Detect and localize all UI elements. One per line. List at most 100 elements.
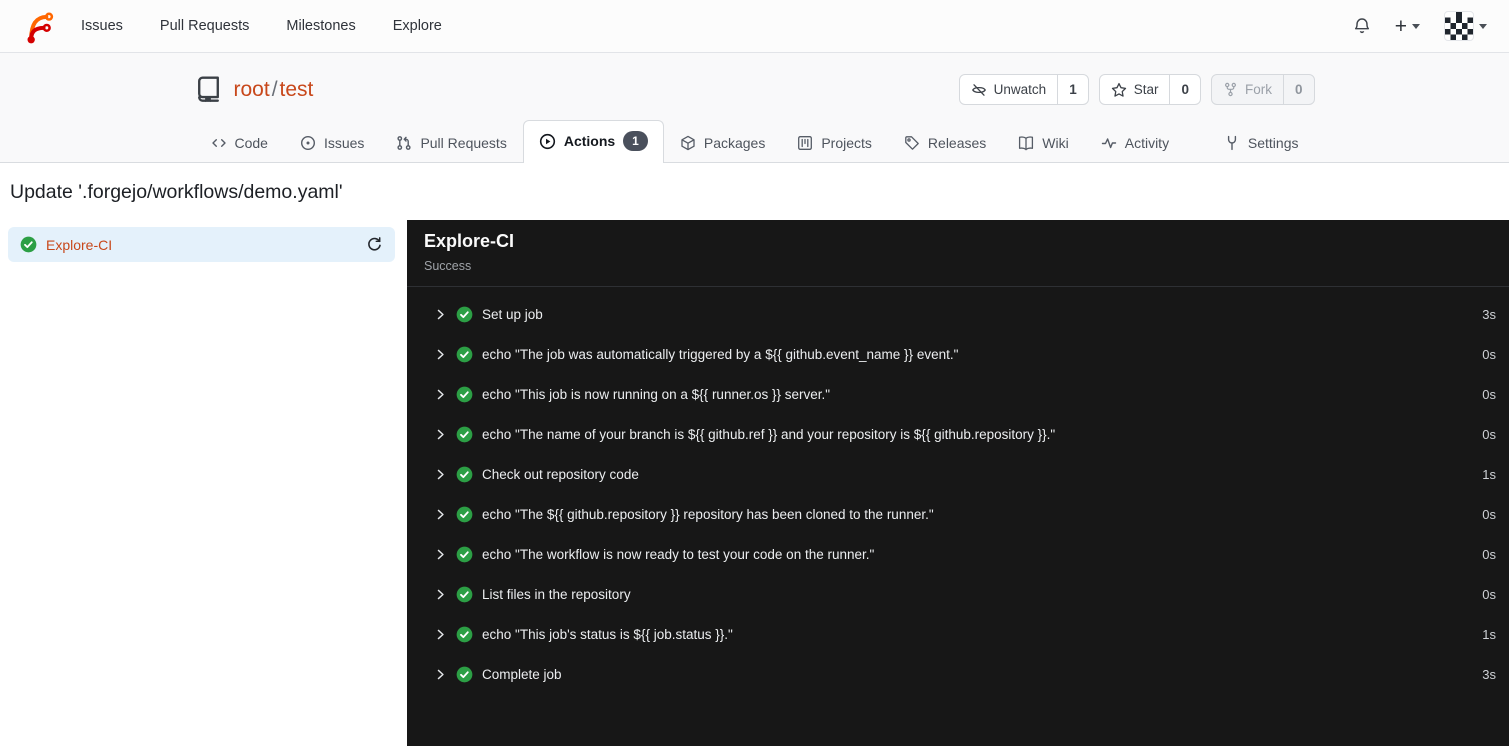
step-duration: 0s	[1482, 546, 1496, 562]
step-row[interactable]: echo "This job is now running on a ${{ r…	[407, 374, 1509, 414]
watch-count[interactable]: 1	[1057, 75, 1088, 104]
step-duration: 3s	[1482, 666, 1496, 682]
check-circle-icon	[456, 306, 473, 322]
step-row[interactable]: Complete job 3s	[407, 654, 1509, 694]
tab-settings[interactable]: Settings	[1208, 124, 1315, 162]
star-button[interactable]: Star 0	[1098, 74, 1201, 105]
breadcrumb: root / test	[234, 78, 314, 102]
tab-label: Wiki	[1042, 135, 1069, 151]
forgejo-logo-icon[interactable]	[22, 8, 55, 44]
step-row[interactable]: echo "The ${{ github.repository }} repos…	[407, 494, 1509, 534]
fork-icon	[1223, 82, 1238, 97]
check-circle-icon	[456, 546, 473, 562]
tag-icon	[905, 136, 919, 150]
create-new-menu[interactable]: +	[1395, 16, 1420, 37]
step-duration: 0s	[1482, 386, 1496, 402]
chevron-right-icon[interactable]	[434, 588, 447, 601]
tab-label: Actions	[563, 133, 616, 149]
fork-count: 0	[1282, 75, 1314, 104]
step-row[interactable]: Set up job 3s	[407, 294, 1509, 334]
step-row[interactable]: echo "The name of your branch is ${{ git…	[407, 414, 1509, 454]
tab-label: Pull Requests	[420, 135, 507, 151]
check-circle-icon	[456, 626, 473, 642]
step-name: echo "The ${{ github.repository }} repos…	[482, 506, 934, 522]
notifications-bell-icon[interactable]	[1353, 17, 1371, 35]
repo-name-link[interactable]: test	[280, 78, 314, 102]
step-name: Check out repository code	[482, 466, 639, 482]
chevron-right-icon[interactable]	[434, 348, 447, 361]
unwatch-label: Unwatch	[993, 82, 1047, 97]
refresh-icon[interactable]	[366, 236, 383, 253]
chevron-right-icon[interactable]	[434, 308, 447, 321]
step-name: echo "The job was automatically triggere…	[482, 346, 959, 362]
step-row[interactable]: List files in the repository 0s	[407, 574, 1509, 614]
step-duration: 0s	[1482, 506, 1496, 522]
repo-book-icon	[195, 76, 222, 103]
job-item-explore-ci[interactable]: Explore-CI	[8, 227, 395, 262]
top-navbar: Issues Pull Requests Milestones Explore …	[0, 0, 1509, 53]
tab-packages[interactable]: Packages	[664, 124, 781, 162]
chevron-right-icon[interactable]	[434, 428, 447, 441]
chevron-right-icon[interactable]	[434, 468, 447, 481]
job-name: Explore-CI	[46, 236, 113, 253]
check-circle-icon	[456, 426, 473, 442]
star-icon	[1111, 82, 1127, 98]
project-board-icon	[798, 136, 813, 150]
job-status: Success	[424, 259, 472, 273]
tab-releases[interactable]: Releases	[888, 124, 1002, 162]
jobs-sidebar: Explore-CI	[0, 220, 407, 746]
step-duration: 3s	[1482, 306, 1496, 322]
step-row[interactable]: echo "This job's status is ${{ job.statu…	[407, 614, 1509, 654]
unwatch-button[interactable]: Unwatch 1	[958, 74, 1089, 105]
repo-tabs: Code Issues Pull Requests Actions 1 Pack…	[195, 120, 1315, 163]
job-log-header: Explore-CI Success	[407, 220, 1509, 287]
chevron-right-icon[interactable]	[434, 628, 447, 641]
repo-header: root / test Unwatch 1 Star 0 Fork 0 Code…	[0, 53, 1509, 163]
step-row[interactable]: echo "The workflow is now ready to test …	[407, 534, 1509, 574]
step-row[interactable]: Check out repository code 1s	[407, 454, 1509, 494]
job-log-panel: Explore-CI Success Set up job 3s echo "T…	[407, 220, 1509, 746]
tab-pull-requests[interactable]: Pull Requests	[380, 124, 522, 162]
nav-pull-requests[interactable]: Pull Requests	[160, 18, 249, 34]
nav-milestones[interactable]: Milestones	[286, 18, 355, 34]
chevron-right-icon[interactable]	[434, 668, 447, 681]
repo-owner-link[interactable]: root	[234, 78, 270, 102]
repo-title-row: root / test Unwatch 1 Star 0 Fork 0	[195, 53, 1315, 120]
page-title: Update '.forgejo/workflows/demo.yaml'	[10, 181, 343, 203]
check-circle-icon	[456, 386, 473, 402]
user-menu[interactable]	[1444, 11, 1487, 41]
pulse-icon	[1101, 138, 1116, 149]
star-count[interactable]: 0	[1169, 75, 1200, 104]
tab-label: Activity	[1124, 135, 1170, 151]
chevron-right-icon[interactable]	[434, 388, 447, 401]
actions-count-badge: 1	[623, 131, 648, 151]
nav-issues[interactable]: Issues	[81, 18, 123, 34]
tab-label: Projects	[821, 135, 872, 151]
nav-explore[interactable]: Explore	[393, 18, 442, 34]
step-name: echo "This job's status is ${{ job.statu…	[482, 626, 733, 642]
tab-wiki[interactable]: Wiki	[1002, 124, 1084, 162]
tab-issues[interactable]: Issues	[284, 124, 380, 162]
package-icon	[681, 135, 695, 151]
tab-activity[interactable]: Activity	[1085, 124, 1185, 162]
pull-request-icon	[397, 136, 412, 150]
navbar-right: +	[1353, 11, 1487, 41]
check-circle-icon	[456, 346, 473, 362]
step-name: List files in the repository	[482, 586, 631, 602]
tab-projects[interactable]: Projects	[781, 124, 888, 162]
step-duration: 0s	[1482, 346, 1496, 362]
breadcrumb-separator: /	[271, 77, 278, 101]
check-circle-icon	[456, 586, 473, 602]
chevron-down-icon	[1412, 23, 1420, 29]
tab-actions[interactable]: Actions 1	[522, 120, 664, 163]
step-duration: 0s	[1482, 426, 1496, 442]
chevron-right-icon[interactable]	[434, 508, 447, 521]
chevron-right-icon[interactable]	[434, 548, 447, 561]
repo-action-buttons: Unwatch 1 Star 0 Fork 0	[958, 74, 1315, 105]
step-row[interactable]: echo "The job was automatically triggere…	[407, 334, 1509, 374]
tab-code[interactable]: Code	[195, 124, 284, 162]
eye-slash-icon	[971, 82, 987, 98]
fork-label: Fork	[1244, 82, 1272, 97]
check-circle-icon	[456, 466, 473, 482]
plus-icon: +	[1394, 14, 1407, 38]
